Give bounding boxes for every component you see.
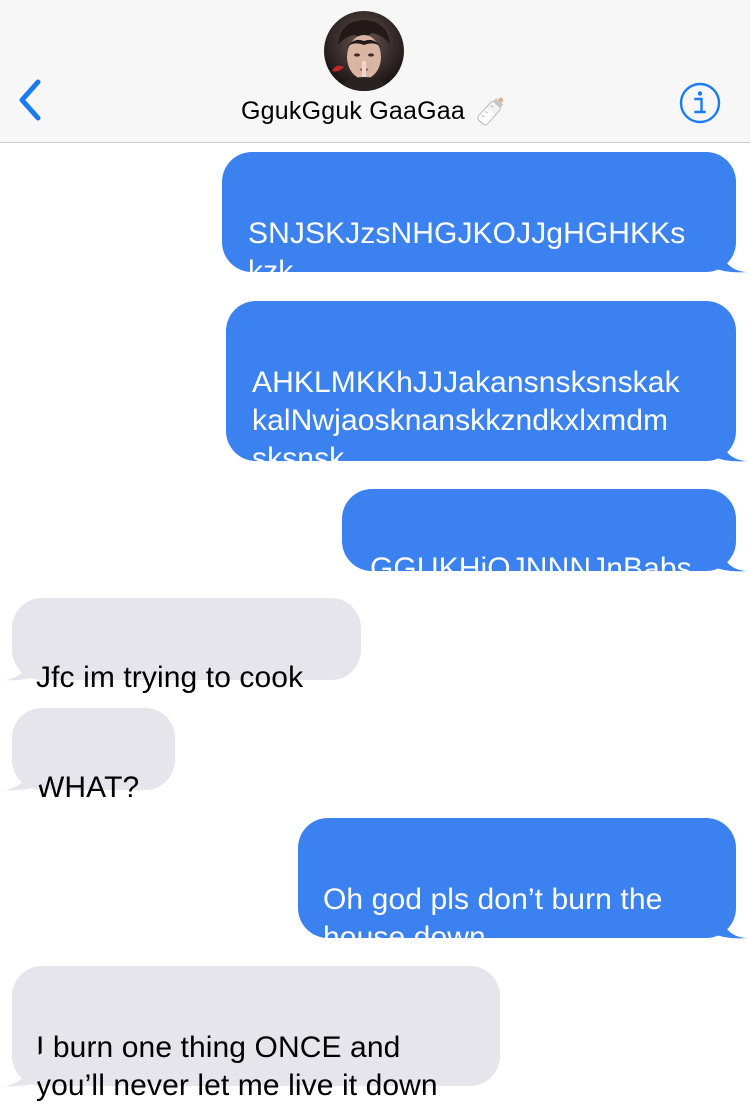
message-text: GGUKHjOJNNNJnBabs [370, 552, 692, 585]
bubble-tail [706, 427, 748, 462]
message-bubble-sent[interactable]: SNJSKJzsNHGJKOJJgHGHKKs kzk [222, 152, 736, 288]
conversation-header: GgukGguk GaaGaa [0, 0, 750, 143]
avatar-image [332, 20, 390, 91]
message-text: SNJSKJzsNHGJKOJJgHGHKKs kzk [248, 217, 686, 288]
bubble-tail [2, 1052, 44, 1087]
message-text: I burn one thing ONCE and you’ll never l… [36, 1031, 438, 1102]
bubble-tail [706, 238, 748, 273]
message-bubble-sent[interactable]: GGUKHjOJNNNJnBabs [342, 489, 736, 585]
bubble-tail [706, 537, 748, 572]
message-bubble-sent[interactable]: AHKLMKKhJJJakansnsksnskak kalNwjaosknans… [226, 301, 736, 475]
message-bubble-received[interactable]: I burn one thing ONCE and you’ll never l… [12, 966, 500, 1102]
bubble-tail [706, 904, 748, 939]
message-bubble-sent[interactable]: Oh god pls don’t burn the house down [298, 818, 736, 954]
message-text: AHKLMKKhJJJakansnsksnskak kalNwjaosknans… [252, 366, 680, 475]
message-text: Oh god pls don’t burn the house down [323, 883, 663, 954]
contact-avatar[interactable] [324, 11, 404, 91]
message-text: Jfc im trying to cook [36, 661, 304, 694]
bubble-tail [2, 646, 44, 681]
contact-title[interactable]: GgukGguk GaaGaa [0, 96, 750, 126]
message-text: WHAT? [36, 771, 140, 804]
message-bubble-received[interactable]: Jfc im trying to cook [12, 598, 361, 694]
baby-bottle-icon [477, 97, 504, 126]
contact-name: GgukGguk GaaGaa [241, 96, 465, 125]
bubble-tail [2, 756, 44, 791]
info-circle-icon[interactable] [679, 82, 721, 124]
